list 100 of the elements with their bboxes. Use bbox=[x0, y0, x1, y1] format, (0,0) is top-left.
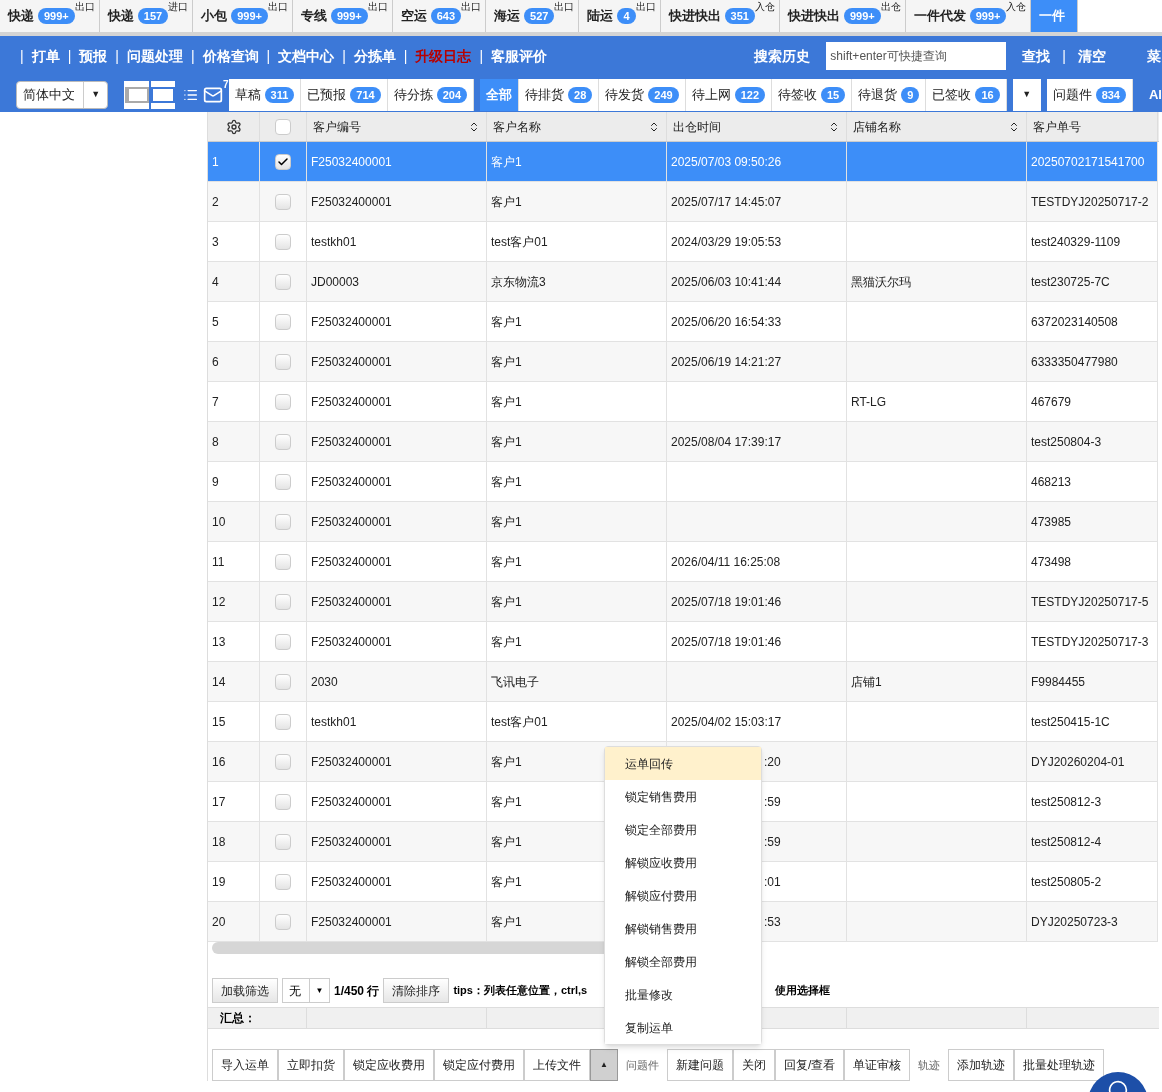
category-tab[interactable]: 快进快出 351 入仓 bbox=[660, 0, 780, 32]
find-button[interactable]: 查找 bbox=[1022, 45, 1051, 67]
load-filter-button[interactable]: 加载筛选 bbox=[212, 978, 278, 1003]
row-checkbox[interactable] bbox=[275, 833, 291, 850]
row-checkbox[interactable] bbox=[275, 353, 291, 370]
clear-button[interactable]: 清空 bbox=[1078, 45, 1106, 67]
status-tab[interactable]: 待排货 28 bbox=[519, 79, 600, 111]
action-button[interactable]: 导入运单 bbox=[212, 1049, 278, 1081]
row-checkbox[interactable] bbox=[275, 873, 291, 890]
category-tab[interactable]: 海运 527 出口 bbox=[486, 0, 580, 32]
category-tab[interactable]: 小包 999+ 出口 bbox=[193, 0, 293, 32]
row-number[interactable]: 15 bbox=[208, 702, 260, 742]
mail-icon[interactable] bbox=[202, 85, 223, 105]
menu-item[interactable]: 运单回传 bbox=[605, 747, 761, 780]
search-history-link[interactable]: 搜索历史 bbox=[754, 45, 811, 67]
status-tab[interactable]: 待退货 9 bbox=[852, 79, 927, 111]
action-button[interactable]: 上传文件 bbox=[524, 1049, 590, 1081]
row-checkbox[interactable] bbox=[275, 433, 291, 450]
status-tab[interactable]: 草稿 311 bbox=[228, 79, 302, 111]
action-button[interactable]: 批量处理轨迹 bbox=[1014, 1049, 1105, 1081]
sort-icon[interactable] bbox=[1008, 120, 1020, 133]
menu-item[interactable]: 解锁应收费用 bbox=[605, 846, 761, 879]
row-checkbox[interactable] bbox=[275, 753, 291, 770]
row-checkbox[interactable] bbox=[275, 273, 291, 290]
action-button[interactable]: 新建问题 bbox=[667, 1049, 733, 1081]
sort-icon[interactable] bbox=[468, 120, 480, 133]
nav-link[interactable]: 价格查询 bbox=[202, 45, 259, 67]
row-checkbox[interactable] bbox=[275, 313, 291, 330]
row-number[interactable]: 3 bbox=[208, 222, 260, 262]
search-field[interactable]: shift+enter可快捷查询 bbox=[826, 42, 1007, 70]
action-button[interactable]: 单证审核 bbox=[844, 1049, 911, 1081]
row-checkbox[interactable] bbox=[275, 153, 291, 170]
nav-link[interactable]: 分拣单 bbox=[353, 45, 396, 67]
status-tab[interactable]: 待发货 249 bbox=[599, 79, 686, 111]
row-checkbox[interactable] bbox=[275, 233, 291, 250]
expand-toggle-button[interactable]: ▲ bbox=[590, 1049, 618, 1081]
row-number[interactable]: 8 bbox=[208, 422, 260, 462]
action-button[interactable]: 回复/查看 bbox=[775, 1049, 845, 1081]
row-checkbox[interactable] bbox=[275, 393, 291, 410]
row-number[interactable]: 4 bbox=[208, 262, 260, 302]
menu-item[interactable]: 锁定销售费用 bbox=[605, 780, 761, 813]
row-checkbox[interactable] bbox=[275, 553, 291, 570]
row-number[interactable]: 18 bbox=[208, 822, 260, 862]
row-number[interactable]: 5 bbox=[208, 302, 260, 342]
category-tab[interactable]: 空运 643 出口 bbox=[392, 0, 487, 32]
status-tab[interactable]: 问题件 834 bbox=[1046, 79, 1133, 111]
row-number[interactable]: 16 bbox=[208, 742, 260, 782]
nav-link[interactable]: 问题处理 bbox=[126, 45, 183, 67]
row-number[interactable]: 7 bbox=[208, 382, 260, 422]
menu-item[interactable]: 解锁全部费用 bbox=[605, 945, 761, 978]
action-button[interactable]: 关闭 bbox=[733, 1049, 775, 1081]
row-checkbox[interactable] bbox=[275, 193, 291, 210]
action-button[interactable]: 锁定应付费用 bbox=[434, 1049, 524, 1081]
row-checkbox[interactable] bbox=[275, 633, 291, 650]
select-all-checkbox[interactable] bbox=[275, 118, 291, 135]
row-number[interactable]: 19 bbox=[208, 862, 260, 902]
row-checkbox[interactable] bbox=[275, 793, 291, 810]
status-tab[interactable]: 待上网 122 bbox=[685, 79, 772, 111]
more-dropdown-button[interactable]: ▼ bbox=[1012, 79, 1041, 111]
column-header[interactable]: 出仓时间 bbox=[667, 112, 847, 141]
row-number[interactable]: 6 bbox=[208, 342, 260, 382]
row-checkbox[interactable] bbox=[275, 913, 291, 930]
row-checkbox[interactable] bbox=[275, 513, 291, 530]
row-number[interactable]: 12 bbox=[208, 582, 260, 622]
category-tab[interactable]: 快进快出 999+ 出仓 bbox=[779, 0, 906, 32]
status-tab[interactable]: 已预报 714 bbox=[301, 79, 388, 111]
row-number[interactable]: 10 bbox=[208, 502, 260, 542]
sort-icon[interactable] bbox=[828, 120, 840, 133]
action-button[interactable]: 立即扣货 bbox=[278, 1049, 344, 1081]
menu-item[interactable]: 批量修改 bbox=[605, 978, 761, 1011]
row-number[interactable]: 14 bbox=[208, 662, 260, 702]
menu-item[interactable]: 锁定全部费用 bbox=[605, 813, 761, 846]
language-select[interactable]: 简体中文 ▼ bbox=[16, 81, 109, 109]
category-tab[interactable]: 快递 157 进口 bbox=[99, 0, 194, 32]
category-tab[interactable]: 陆运 4 出口 bbox=[579, 0, 661, 32]
row-number[interactable]: 9 bbox=[208, 462, 260, 502]
menu-item[interactable]: 复制运单 bbox=[605, 1011, 761, 1044]
row-number[interactable]: 11 bbox=[208, 542, 260, 582]
action-button[interactable]: 添加轨迹 bbox=[948, 1049, 1015, 1081]
menu-item[interactable]: 解锁销售费用 bbox=[605, 912, 761, 945]
single-layout-icon[interactable] bbox=[150, 81, 176, 109]
status-tab[interactable]: 待分拣 204 bbox=[387, 79, 475, 111]
row-number[interactable]: 2 bbox=[208, 182, 260, 222]
menu-button[interactable]: 菜 bbox=[1146, 45, 1162, 67]
menu-item[interactable]: 解锁应付费用 bbox=[605, 879, 761, 912]
nav-link[interactable]: 预报 bbox=[79, 45, 108, 67]
row-number[interactable]: 17 bbox=[208, 782, 260, 822]
category-tab[interactable]: 快递 999+ 出口 bbox=[0, 0, 100, 32]
status-tab[interactable]: 已签收 16 bbox=[926, 79, 1007, 111]
category-tab[interactable]: 专线 999+ 出口 bbox=[292, 0, 393, 32]
column-header[interactable]: 客户编号 bbox=[307, 112, 487, 141]
category-tab[interactable]: 一件代发 999+ 入仓 bbox=[905, 0, 1032, 32]
row-checkbox[interactable] bbox=[275, 473, 291, 490]
status-tab[interactable]: 待签收 15 bbox=[772, 79, 853, 111]
column-header[interactable]: 客户单号 bbox=[1027, 112, 1158, 141]
nav-link[interactable]: 文档中心 bbox=[278, 45, 335, 67]
row-number[interactable]: 13 bbox=[208, 622, 260, 662]
row-checkbox[interactable] bbox=[275, 673, 291, 690]
nav-link[interactable]: 客服评价 bbox=[491, 45, 548, 67]
filter-select[interactable]: 无 ▼ bbox=[282, 978, 330, 1003]
